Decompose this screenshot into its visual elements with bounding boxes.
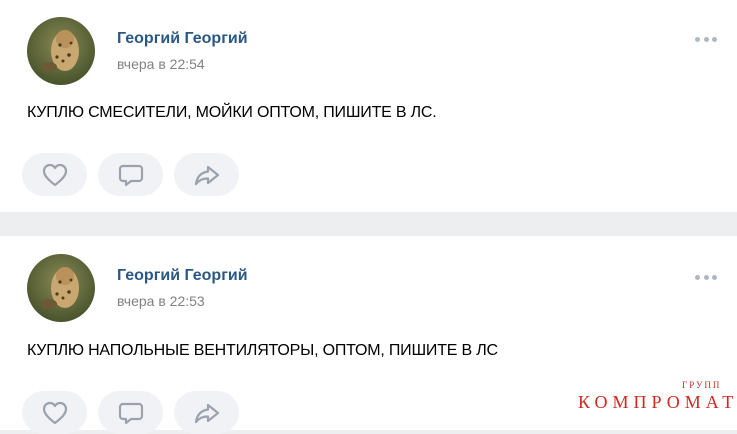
comment-icon xyxy=(118,164,143,186)
post-actions xyxy=(22,153,239,196)
avatar[interactable] xyxy=(27,17,95,85)
like-button[interactable] xyxy=(22,391,87,434)
watermark-main: КОМПРОМАТ xyxy=(578,392,737,412)
heart-icon xyxy=(42,401,67,424)
watermark: КОМПРОМАТ ГРУПП xyxy=(578,380,737,413)
post-text: КУПЛЮ НАПОЛЬНЫЕ ВЕНТИЛЯТОРЫ, ОПТОМ, ПИШИ… xyxy=(27,342,498,359)
post-time[interactable]: вчера в 22:54 xyxy=(117,56,205,72)
share-icon xyxy=(194,165,219,185)
avatar[interactable] xyxy=(27,254,95,322)
comment-button[interactable] xyxy=(98,153,163,196)
author-name[interactable]: Георгий Георгий xyxy=(117,267,248,285)
comment-button[interactable] xyxy=(98,391,163,434)
like-button[interactable] xyxy=(22,153,87,196)
leopard-avatar-icon xyxy=(27,17,95,85)
heart-icon xyxy=(42,163,67,186)
leopard-avatar-icon xyxy=(27,254,95,322)
share-icon xyxy=(194,403,219,423)
share-button[interactable] xyxy=(174,391,239,434)
author-name[interactable]: Георгий Георгий xyxy=(117,30,248,48)
more-options-icon[interactable] xyxy=(695,33,717,45)
watermark-small: ГРУПП xyxy=(682,380,722,390)
post-text: КУПЛЮ СМЕСИТЕЛИ, МОЙКИ ОПТОМ, ПИШИТЕ В Л… xyxy=(27,104,437,121)
wall-post: Георгий Георгий вчера в 22:54 КУПЛЮ СМЕС… xyxy=(0,0,737,212)
post-time[interactable]: вчера в 22:53 xyxy=(117,293,205,309)
more-options-icon[interactable] xyxy=(695,271,717,283)
share-button[interactable] xyxy=(174,153,239,196)
comment-icon xyxy=(118,402,143,424)
post-actions xyxy=(22,391,239,434)
